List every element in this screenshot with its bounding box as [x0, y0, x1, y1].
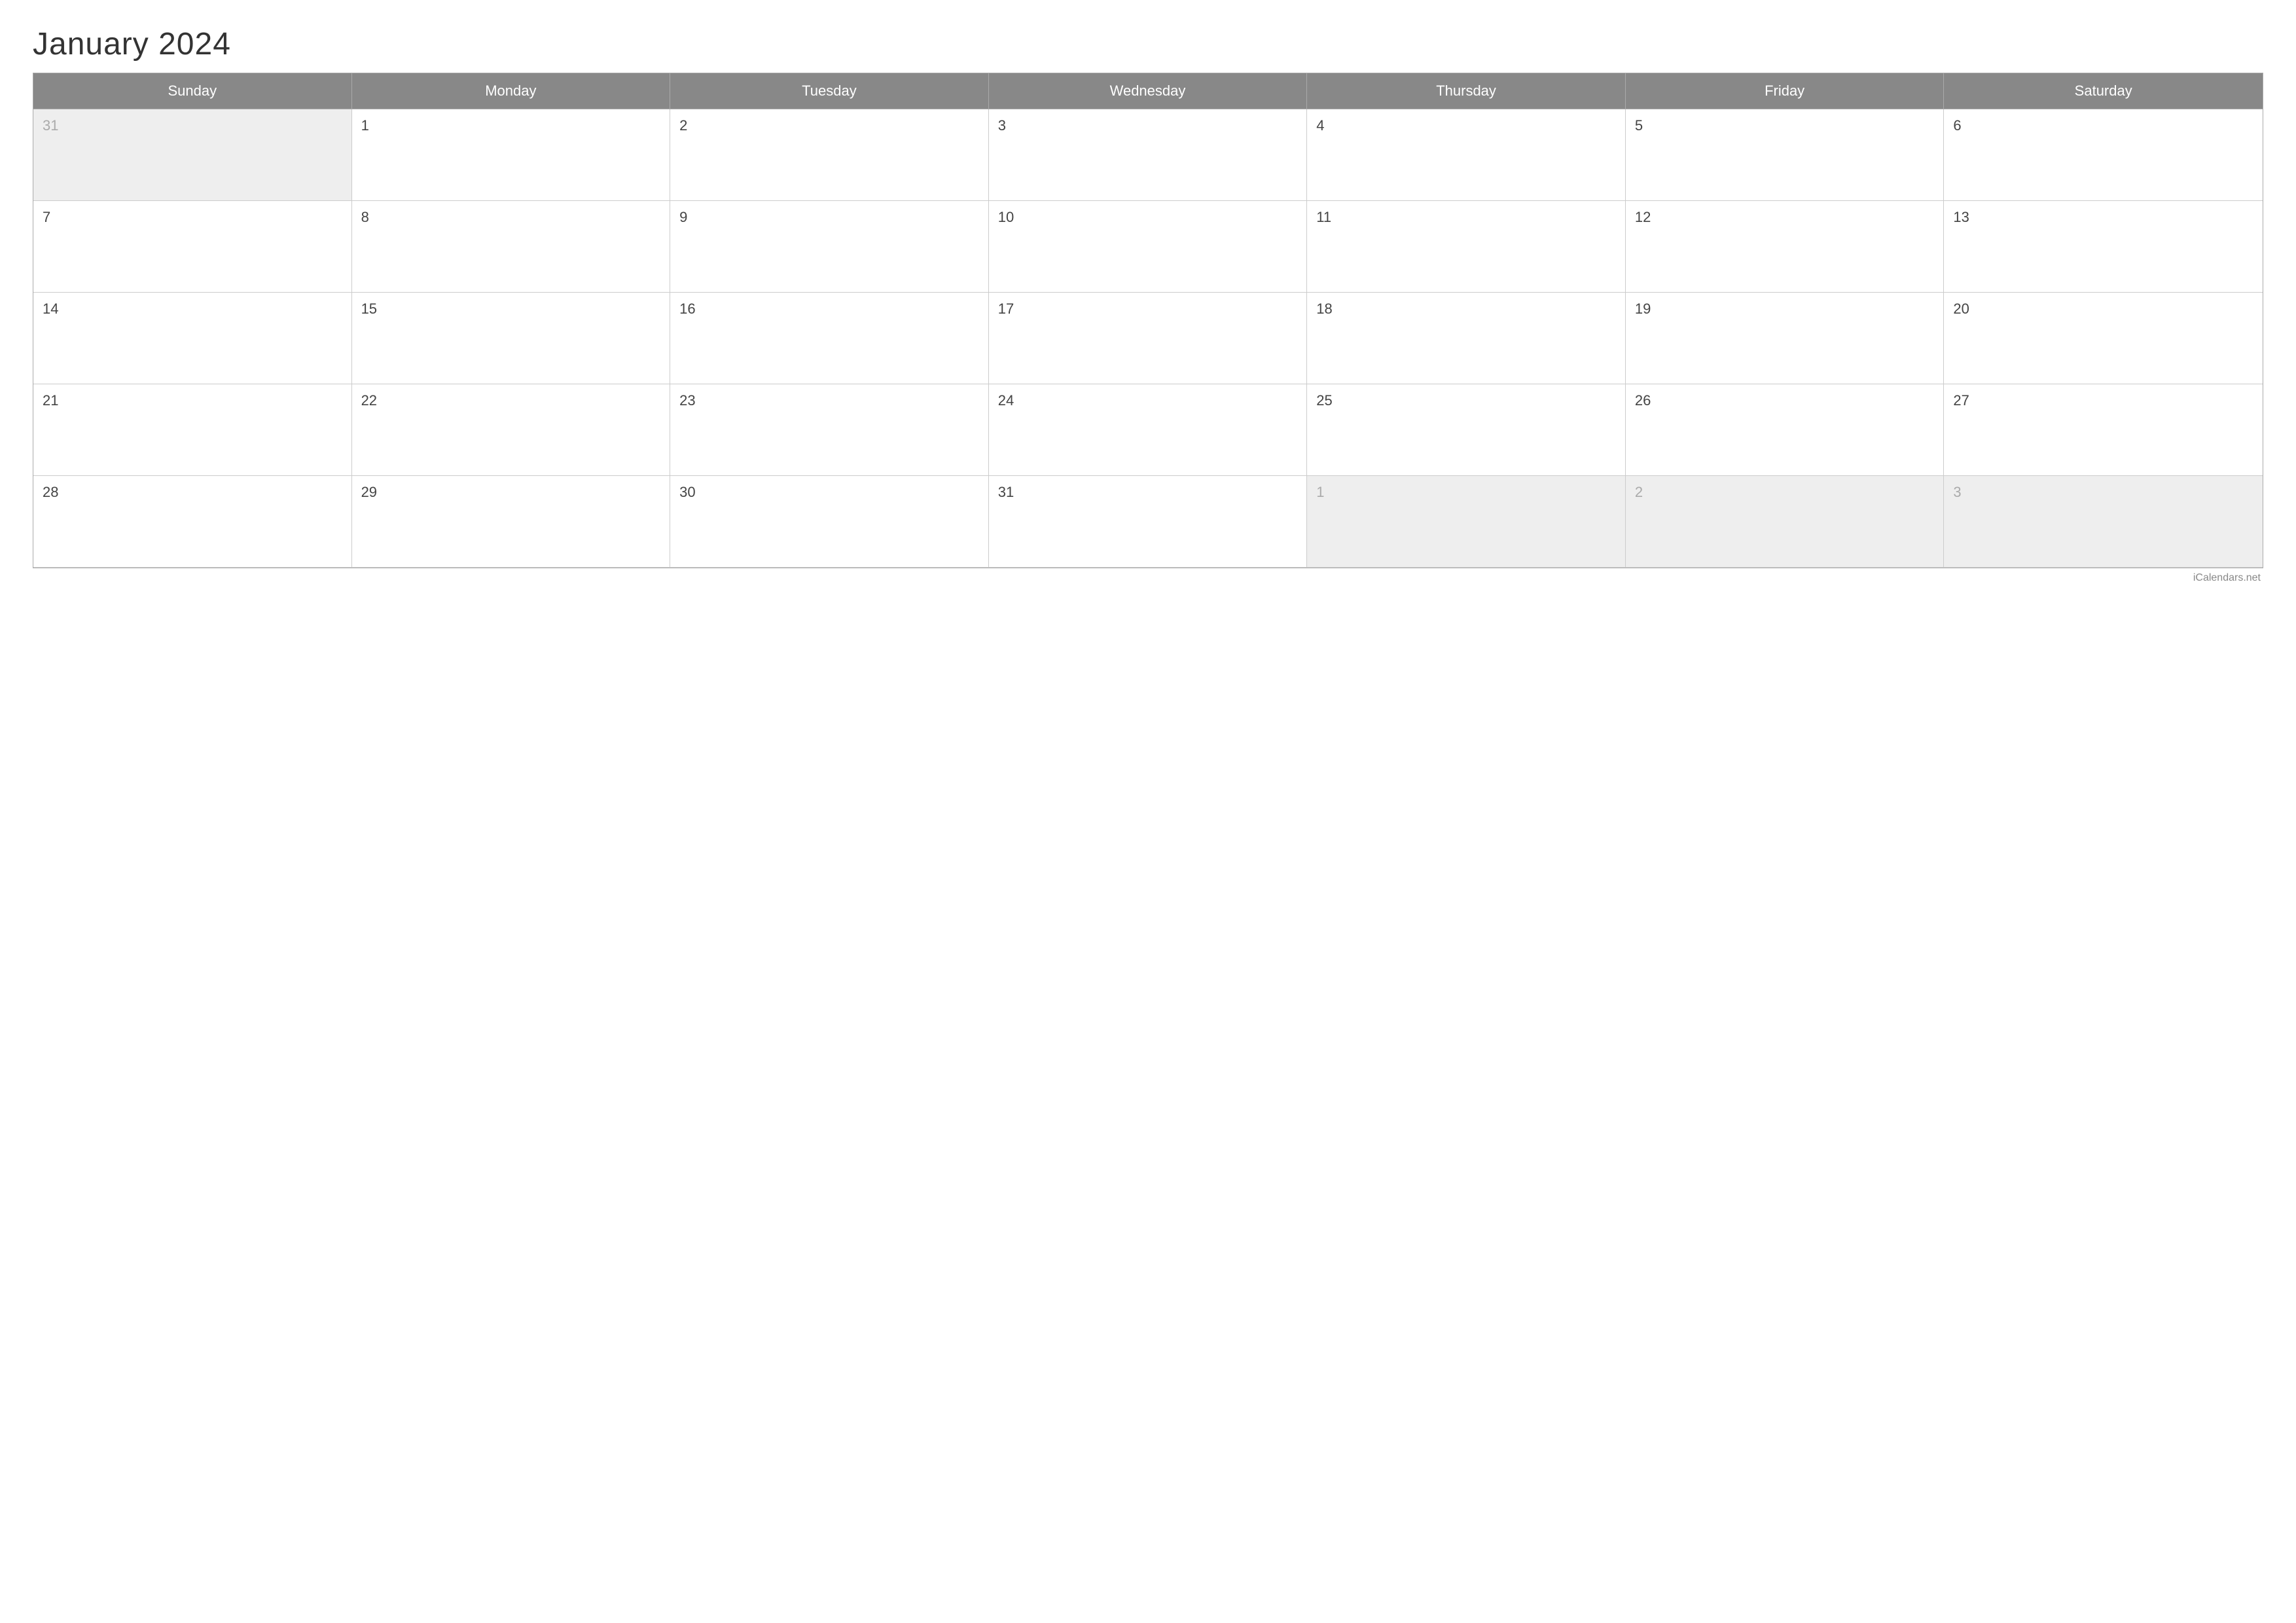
day-cell: 13 — [1944, 201, 2263, 293]
day-number: 3 — [998, 117, 1006, 134]
day-cell: 15 — [352, 293, 671, 384]
day-cell: 29 — [352, 476, 671, 568]
day-number: 21 — [43, 392, 58, 409]
day-cell: 8 — [352, 201, 671, 293]
day-number: 26 — [1635, 392, 1651, 409]
day-cell: 3 — [1944, 476, 2263, 568]
day-cell: 26 — [1626, 384, 1945, 476]
day-number: 4 — [1316, 117, 1324, 134]
day-cell: 25 — [1307, 384, 1626, 476]
day-cell: 6 — [1944, 109, 2263, 201]
day-cell: 10 — [989, 201, 1308, 293]
day-number: 15 — [361, 301, 377, 317]
day-number: 18 — [1316, 301, 1332, 317]
day-cell: 27 — [1944, 384, 2263, 476]
day-number: 23 — [679, 392, 695, 409]
day-cell: 23 — [670, 384, 989, 476]
day-cell: 2 — [670, 109, 989, 201]
day-cell: 22 — [352, 384, 671, 476]
calendar-grid: 3112345678910111213141516171819202122232… — [33, 109, 2263, 568]
calendar-header: SundayMondayTuesdayWednesdayThursdayFrid… — [33, 73, 2263, 109]
day-cell: 20 — [1944, 293, 2263, 384]
header-cell-tuesday: Tuesday — [670, 73, 989, 109]
day-number: 20 — [1953, 301, 1969, 317]
day-number: 1 — [1316, 484, 1324, 500]
day-number: 30 — [679, 484, 695, 500]
day-cell: 28 — [33, 476, 352, 568]
calendar: SundayMondayTuesdayWednesdayThursdayFrid… — [33, 73, 2263, 568]
day-number: 27 — [1953, 392, 1969, 409]
day-number: 25 — [1316, 392, 1332, 409]
day-number: 2 — [679, 117, 687, 134]
day-cell: 2 — [1626, 476, 1945, 568]
day-number: 2 — [1635, 484, 1643, 500]
day-number: 16 — [679, 301, 695, 317]
day-number: 24 — [998, 392, 1014, 409]
day-number: 7 — [43, 209, 50, 225]
day-number: 17 — [998, 301, 1014, 317]
day-cell: 21 — [33, 384, 352, 476]
day-cell: 9 — [670, 201, 989, 293]
day-cell: 1 — [1307, 476, 1626, 568]
day-number: 10 — [998, 209, 1014, 225]
day-cell: 11 — [1307, 201, 1626, 293]
day-number: 14 — [43, 301, 58, 317]
header-cell-saturday: Saturday — [1944, 73, 2263, 109]
day-number: 1 — [361, 117, 369, 134]
header-cell-wednesday: Wednesday — [989, 73, 1308, 109]
day-number: 31 — [998, 484, 1014, 500]
page-title: January 2024 — [33, 26, 2263, 62]
day-cell: 14 — [33, 293, 352, 384]
day-cell: 5 — [1626, 109, 1945, 201]
day-number: 29 — [361, 484, 377, 500]
day-number: 11 — [1316, 209, 1331, 225]
day-cell: 24 — [989, 384, 1308, 476]
day-number: 3 — [1953, 484, 1961, 500]
day-number: 31 — [43, 117, 58, 134]
header-cell-friday: Friday — [1626, 73, 1945, 109]
day-number: 19 — [1635, 301, 1651, 317]
day-cell: 12 — [1626, 201, 1945, 293]
day-number: 9 — [679, 209, 687, 225]
day-number: 28 — [43, 484, 58, 500]
day-number: 5 — [1635, 117, 1643, 134]
day-number: 22 — [361, 392, 377, 409]
day-number: 12 — [1635, 209, 1651, 225]
header-cell-thursday: Thursday — [1307, 73, 1626, 109]
header-cell-monday: Monday — [352, 73, 671, 109]
header-cell-sunday: Sunday — [33, 73, 352, 109]
day-cell: 18 — [1307, 293, 1626, 384]
day-cell: 7 — [33, 201, 352, 293]
day-cell: 4 — [1307, 109, 1626, 201]
day-cell: 17 — [989, 293, 1308, 384]
day-cell: 3 — [989, 109, 1308, 201]
watermark: iCalendars.net — [33, 572, 2263, 584]
day-number: 6 — [1953, 117, 1961, 134]
day-cell: 19 — [1626, 293, 1945, 384]
day-cell: 31 — [33, 109, 352, 201]
day-cell: 30 — [670, 476, 989, 568]
day-cell: 1 — [352, 109, 671, 201]
day-cell: 31 — [989, 476, 1308, 568]
day-cell: 16 — [670, 293, 989, 384]
day-number: 8 — [361, 209, 369, 225]
day-number: 13 — [1953, 209, 1969, 225]
